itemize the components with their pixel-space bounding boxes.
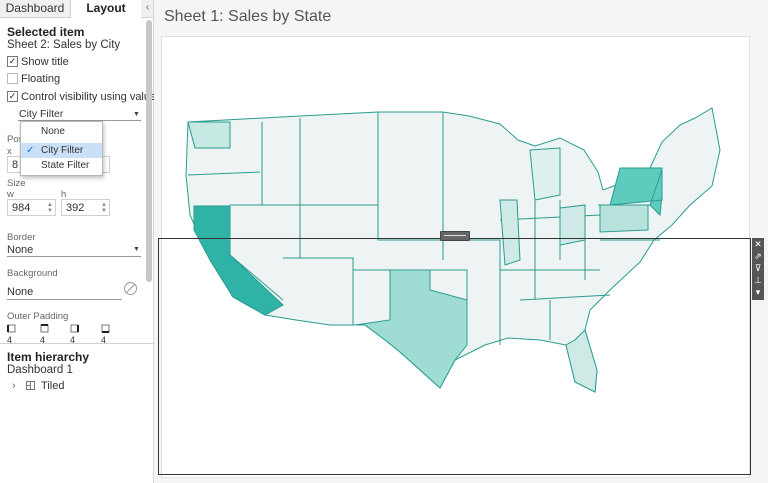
border-underline xyxy=(7,256,141,257)
floating-label: Floating xyxy=(21,73,61,85)
size-h-field[interactable]: 392 ▲ ▼ xyxy=(61,199,110,216)
filter-icon[interactable]: ⊽ xyxy=(752,262,764,274)
tab-layout[interactable]: Layout xyxy=(71,0,141,18)
dropdown-option[interactable]: None xyxy=(21,124,102,139)
hierarchy-root[interactable]: Dashboard 1 xyxy=(7,364,73,376)
close-icon[interactable]: ✕ xyxy=(752,238,764,250)
sheet-title: Sheet 1: Sales by State xyxy=(164,8,332,25)
move-handle[interactable] xyxy=(440,231,470,241)
visibility-dropdown: None ✓ City Filter State Filter xyxy=(20,121,103,176)
tiled-icon xyxy=(26,381,35,390)
selected-item-heading: Selected item xyxy=(7,25,85,39)
selected-item-name: Sheet 2: Sales by City xyxy=(7,39,121,51)
outer-padding-label: Outer Padding xyxy=(7,311,69,322)
no-color-icon[interactable] xyxy=(123,281,138,296)
dropdown-option[interactable]: ✓ City Filter xyxy=(21,143,102,158)
stepper-icon[interactable]: ▲ ▼ xyxy=(47,202,53,214)
border-label: Border xyxy=(7,232,36,243)
check-icon: ✓ xyxy=(26,145,35,156)
expand-chevron-icon[interactable]: › xyxy=(12,380,16,392)
size-h-value: 392 xyxy=(66,202,85,214)
control-visibility-label: Control visibility using value xyxy=(21,91,157,103)
background-label: Background xyxy=(7,268,58,279)
caret-down-icon[interactable]: ▼ xyxy=(133,111,140,118)
position-x-field[interactable]: 8 xyxy=(7,156,21,173)
option-label: City Filter xyxy=(41,145,84,156)
border-select[interactable]: None xyxy=(7,244,33,256)
background-select[interactable]: None xyxy=(7,286,33,298)
stepper-icon[interactable]: ▲ ▼ xyxy=(101,202,107,214)
more-icon[interactable]: ▾ xyxy=(752,286,764,298)
visibility-value-select[interactable]: City Filter xyxy=(19,108,63,120)
floating-checkbox[interactable] xyxy=(7,73,18,84)
pane-tabs: Dashboard Layout ‹ xyxy=(0,0,153,18)
chevron-left-icon[interactable]: ‹ xyxy=(142,0,153,17)
control-visibility-checkbox[interactable]: ✓ xyxy=(7,91,18,102)
layout-pane: Dashboard Layout ‹ Selected item Sheet 2… xyxy=(0,0,157,483)
show-title-checkbox[interactable]: ✓ xyxy=(7,56,18,67)
size-w-field[interactable]: 984 ▲ ▼ xyxy=(7,199,56,216)
open-icon[interactable]: ⇗ xyxy=(752,250,764,262)
divider xyxy=(0,343,153,344)
pane-scrollbar[interactable] xyxy=(146,20,152,282)
show-title-label: Show title xyxy=(21,56,69,68)
tab-dashboard[interactable]: Dashboard xyxy=(0,0,71,17)
padding-icon xyxy=(7,324,110,333)
option-label: State Filter xyxy=(41,160,90,171)
dropdown-option[interactable]: State Filter xyxy=(21,158,102,173)
size-w-value: 984 xyxy=(12,202,31,214)
size-label: Size xyxy=(7,178,26,189)
pin-icon[interactable]: ⊥ xyxy=(752,274,764,286)
background-underline xyxy=(7,299,122,300)
zone-toolbar: ✕ ⇗ ⊽ ⊥ ▾ xyxy=(752,238,764,300)
caret-down-icon[interactable]: ▼ xyxy=(133,246,140,253)
option-label: None xyxy=(41,126,65,137)
item-hierarchy-heading: Item hierarchy xyxy=(7,350,90,364)
selected-zone-outline[interactable] xyxy=(158,238,751,475)
hierarchy-child-tiled[interactable]: Tiled xyxy=(41,380,64,392)
